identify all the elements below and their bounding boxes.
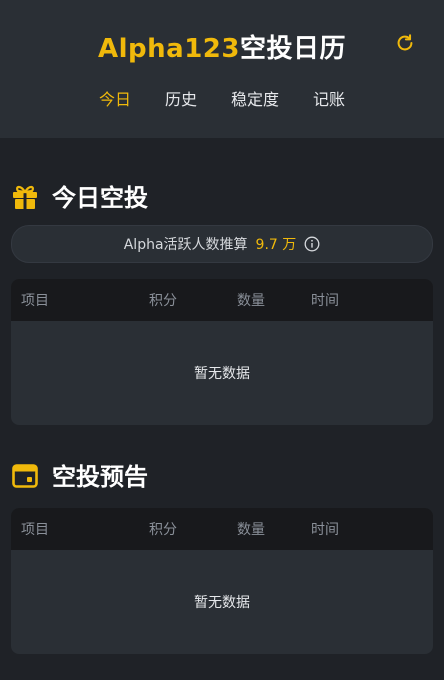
active-users-value: 9.7 万 bbox=[255, 237, 297, 253]
empty-state: 暂无数据 bbox=[11, 321, 433, 425]
column-header-project: 项目 bbox=[21, 293, 49, 309]
active-users-label: Alpha活跃人数推算 bbox=[123, 237, 248, 253]
title-suffix: 空投日历 bbox=[239, 34, 346, 64]
info-icon[interactable] bbox=[304, 236, 320, 252]
column-header-points: 积分 bbox=[149, 293, 177, 309]
tab-ledger[interactable]: 记账 bbox=[313, 86, 345, 110]
app-title: Alpha123空投日历 bbox=[0, 28, 444, 65]
forecast-airdrop-table: 项目 积分 数量 时间 暂无数据 bbox=[11, 508, 433, 654]
refresh-icon[interactable] bbox=[394, 32, 416, 54]
table-header: 项目 积分 数量 时间 bbox=[11, 508, 433, 550]
column-header-points: 积分 bbox=[149, 522, 177, 538]
empty-text: 暂无数据 bbox=[194, 366, 250, 382]
app-header: Alpha123空投日历 今日 历史 稳定度 记账 bbox=[0, 0, 444, 138]
tab-today[interactable]: 今日 bbox=[99, 86, 131, 110]
tab-stability[interactable]: 稳定度 bbox=[231, 86, 279, 110]
gift-icon bbox=[13, 185, 37, 209]
today-airdrop-table: 项目 积分 数量 时间 暂无数据 bbox=[11, 279, 433, 425]
today-title-text: 今日空投 bbox=[52, 184, 148, 212]
active-users-pill: Alpha活跃人数推算 9.7 万 bbox=[11, 225, 433, 263]
column-header-amount: 数量 bbox=[237, 522, 265, 538]
table-header: 项目 积分 数量 时间 bbox=[11, 279, 433, 321]
column-header-amount: 数量 bbox=[237, 293, 265, 309]
column-header-time: 时间 bbox=[311, 293, 339, 309]
today-section-title: 今日空投 bbox=[0, 178, 444, 213]
forecast-section-title: 空投预告 bbox=[0, 457, 444, 492]
empty-state: 暂无数据 bbox=[11, 550, 433, 654]
nav-tabs: 今日 历史 稳定度 记账 bbox=[0, 86, 444, 110]
tab-history[interactable]: 历史 bbox=[165, 86, 197, 110]
empty-text: 暂无数据 bbox=[194, 595, 250, 611]
column-header-project: 项目 bbox=[21, 522, 49, 538]
column-header-time: 时间 bbox=[311, 522, 339, 538]
calendar-icon bbox=[12, 463, 38, 488]
forecast-title-text: 空投预告 bbox=[52, 463, 148, 491]
brand-name: Alpha123 bbox=[98, 34, 240, 64]
